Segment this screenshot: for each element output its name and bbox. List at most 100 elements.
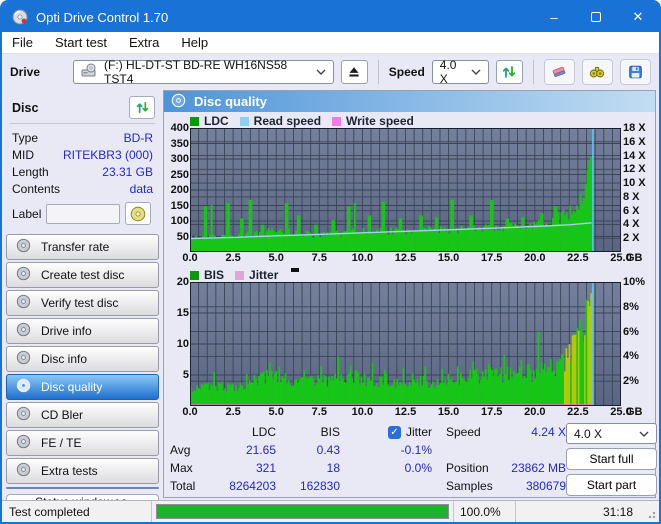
samples-stat-value: 380679 xyxy=(525,479,566,493)
bis-chart-legend: BIS Jitter xyxy=(190,268,655,282)
axis-tick-label: 0.0 xyxy=(182,406,198,418)
toolbar-separator xyxy=(377,60,379,84)
drive-value: (F:) HL-DT-ST BD-RE WH16NS58 TST4 xyxy=(104,58,288,86)
total-bis-value: 162830 xyxy=(299,479,340,493)
axis-tick-label: 10 xyxy=(176,338,189,350)
cd-icon xyxy=(171,93,186,111)
axis-tick-label: 6% xyxy=(623,325,639,338)
axis-tick-label: 16 X xyxy=(623,135,646,148)
progress-fill xyxy=(157,505,448,518)
menu-file[interactable]: File xyxy=(12,35,33,50)
axis-tick-label: 50 xyxy=(176,230,189,243)
jitter-checkbox[interactable]: ✓ xyxy=(387,425,401,439)
axis-tick-label: 15.0 xyxy=(437,252,460,264)
title-bar[interactable]: Opti Drive Control 1.70 – ✕ xyxy=(2,2,659,32)
axis-tick-label: 350 xyxy=(170,137,189,150)
disc-quality-panel: Disc quality LDC Read speed Write speed 40… xyxy=(163,90,657,498)
samples-stat-label: Samples xyxy=(446,479,493,493)
chevron-down-icon xyxy=(639,431,649,437)
cd-icon xyxy=(16,294,31,312)
axis-tick-label: 10% xyxy=(623,276,646,288)
sidebar: Transfer rate Create test disc Verify test… xyxy=(5,231,160,484)
ldc-right-axis: 18 X 16 X 14 X 12 X 10 X8 X6 X4 X2 X xyxy=(621,122,655,252)
axis-tick-label: 17.5 xyxy=(480,252,503,264)
speed-select[interactable]: 4.0 X xyxy=(431,58,489,86)
legend-label: Read speed xyxy=(253,114,322,128)
refresh-button[interactable] xyxy=(495,60,523,84)
drive-icon xyxy=(81,63,98,81)
speed-stat-label: Speed xyxy=(446,425,481,439)
sidebar-item-label: Disc quality xyxy=(41,380,103,394)
save-button[interactable] xyxy=(619,59,651,85)
legend-swatch xyxy=(190,116,199,126)
app-disc-icon xyxy=(12,9,28,25)
sidebar-item-create-test-disc[interactable]: Create test disc xyxy=(6,262,159,288)
ldc-chart-legend: LDC Read speed Write speed xyxy=(190,114,655,128)
max-bis-value: 18 xyxy=(326,461,340,475)
panel-title: Disc quality xyxy=(194,94,267,109)
sidebar-item-drive-info[interactable]: Drive info xyxy=(6,318,159,344)
axis-tick-label: 250 xyxy=(170,168,189,181)
legend-label: BIS xyxy=(204,268,225,282)
sidebar-item-cd-bler[interactable]: CD Bler xyxy=(6,402,159,428)
sidebar-item-label: Disc info xyxy=(41,352,88,366)
axis-tick-label: 12 X xyxy=(623,163,646,176)
cd-icon xyxy=(131,206,146,221)
start-part-button[interactable]: Start part xyxy=(566,474,657,496)
disc-label-button[interactable] xyxy=(125,202,152,225)
sidebar-item-transfer-rate[interactable]: Transfer rate xyxy=(6,234,159,260)
erase-disc-button[interactable] xyxy=(543,59,575,85)
axis-tick-label: 0.0 xyxy=(182,252,198,264)
sidebar-item-fe-te[interactable]: FE / TE xyxy=(6,430,159,456)
start-full-button[interactable]: Start full xyxy=(566,448,657,470)
eject-button[interactable] xyxy=(340,60,368,84)
label-input[interactable] xyxy=(46,203,121,224)
drive-select[interactable]: (F:) HL-DT-ST BD-RE WH16NS58 TST4 xyxy=(73,58,334,86)
axis-tick-label: 12.5 xyxy=(394,252,417,264)
resize-grip[interactable] xyxy=(646,509,656,519)
window-title: Opti Drive Control 1.70 xyxy=(36,9,169,25)
axis-tick-label: 15 xyxy=(176,307,189,319)
disc-refresh-button[interactable] xyxy=(129,96,155,119)
close-button[interactable]: ✕ xyxy=(617,2,659,32)
disc-info-row: MID RITEKBR3 (000) xyxy=(12,146,153,163)
sidebar-item-label: CD Bler xyxy=(41,408,84,422)
panel-header: Disc quality xyxy=(164,91,655,112)
menu-help[interactable]: Help xyxy=(181,35,208,50)
disc-info-label: Type xyxy=(12,130,39,145)
ldc-plot xyxy=(190,128,621,252)
sidebar-item-verify-test-disc[interactable]: Verify test disc xyxy=(6,290,159,316)
legend-label: LDC xyxy=(204,114,229,128)
disc-info-rows: Type BD-R MID RITEKBR3 (000) Length 23.31 GB C… xyxy=(10,124,155,197)
cd-icon xyxy=(16,434,31,452)
axis-tick-label: 4% xyxy=(623,350,639,363)
disc-panel-title: Disc xyxy=(12,100,39,115)
axis-tick-label: 2 X xyxy=(623,232,640,245)
disc-info-label: Contents xyxy=(12,181,61,196)
max-ldc-value: 321 xyxy=(255,461,276,475)
progress-percent: 100.0% xyxy=(454,501,516,522)
binoculars-icon xyxy=(590,67,605,78)
maximize-button[interactable] xyxy=(575,2,617,32)
axis-tick-label: 300 xyxy=(170,153,189,165)
refresh-icon xyxy=(136,101,148,114)
minimize-button[interactable]: – xyxy=(533,2,575,32)
bis-column-header: BIS xyxy=(320,425,340,439)
test-speed-select[interactable]: 4.0 X xyxy=(566,423,657,444)
status-bar: Test completed 100.0% 31:18 xyxy=(2,500,659,522)
disc-info-label: Length xyxy=(12,164,49,179)
disc-info-value: RITEKBR3 (000) xyxy=(62,147,153,162)
sidebar-item-extra-tests[interactable]: Extra tests xyxy=(6,458,159,484)
disc-info-row: Type BD-R xyxy=(12,129,153,146)
chevron-down-icon xyxy=(316,69,326,75)
axis-tick-label: 20.0 xyxy=(524,406,546,418)
sidebar-item-disc-info[interactable]: Disc info xyxy=(6,346,159,372)
menu-start-test[interactable]: Start test xyxy=(55,35,107,50)
avg-jitter-value: -0.1% xyxy=(400,443,432,457)
ldc-chart: LDC Read speed Write speed 400 350 300 250 200… xyxy=(164,112,655,266)
window-body: Disc Type BD-R MID RITEKBR3 (000) Length 23.3… xyxy=(2,90,659,510)
sidebar-item-disc-quality[interactable]: Disc quality xyxy=(6,374,159,400)
search-disc-button[interactable] xyxy=(581,59,613,85)
axis-tick-label: 5 xyxy=(182,369,189,381)
menu-extra[interactable]: Extra xyxy=(129,35,159,50)
